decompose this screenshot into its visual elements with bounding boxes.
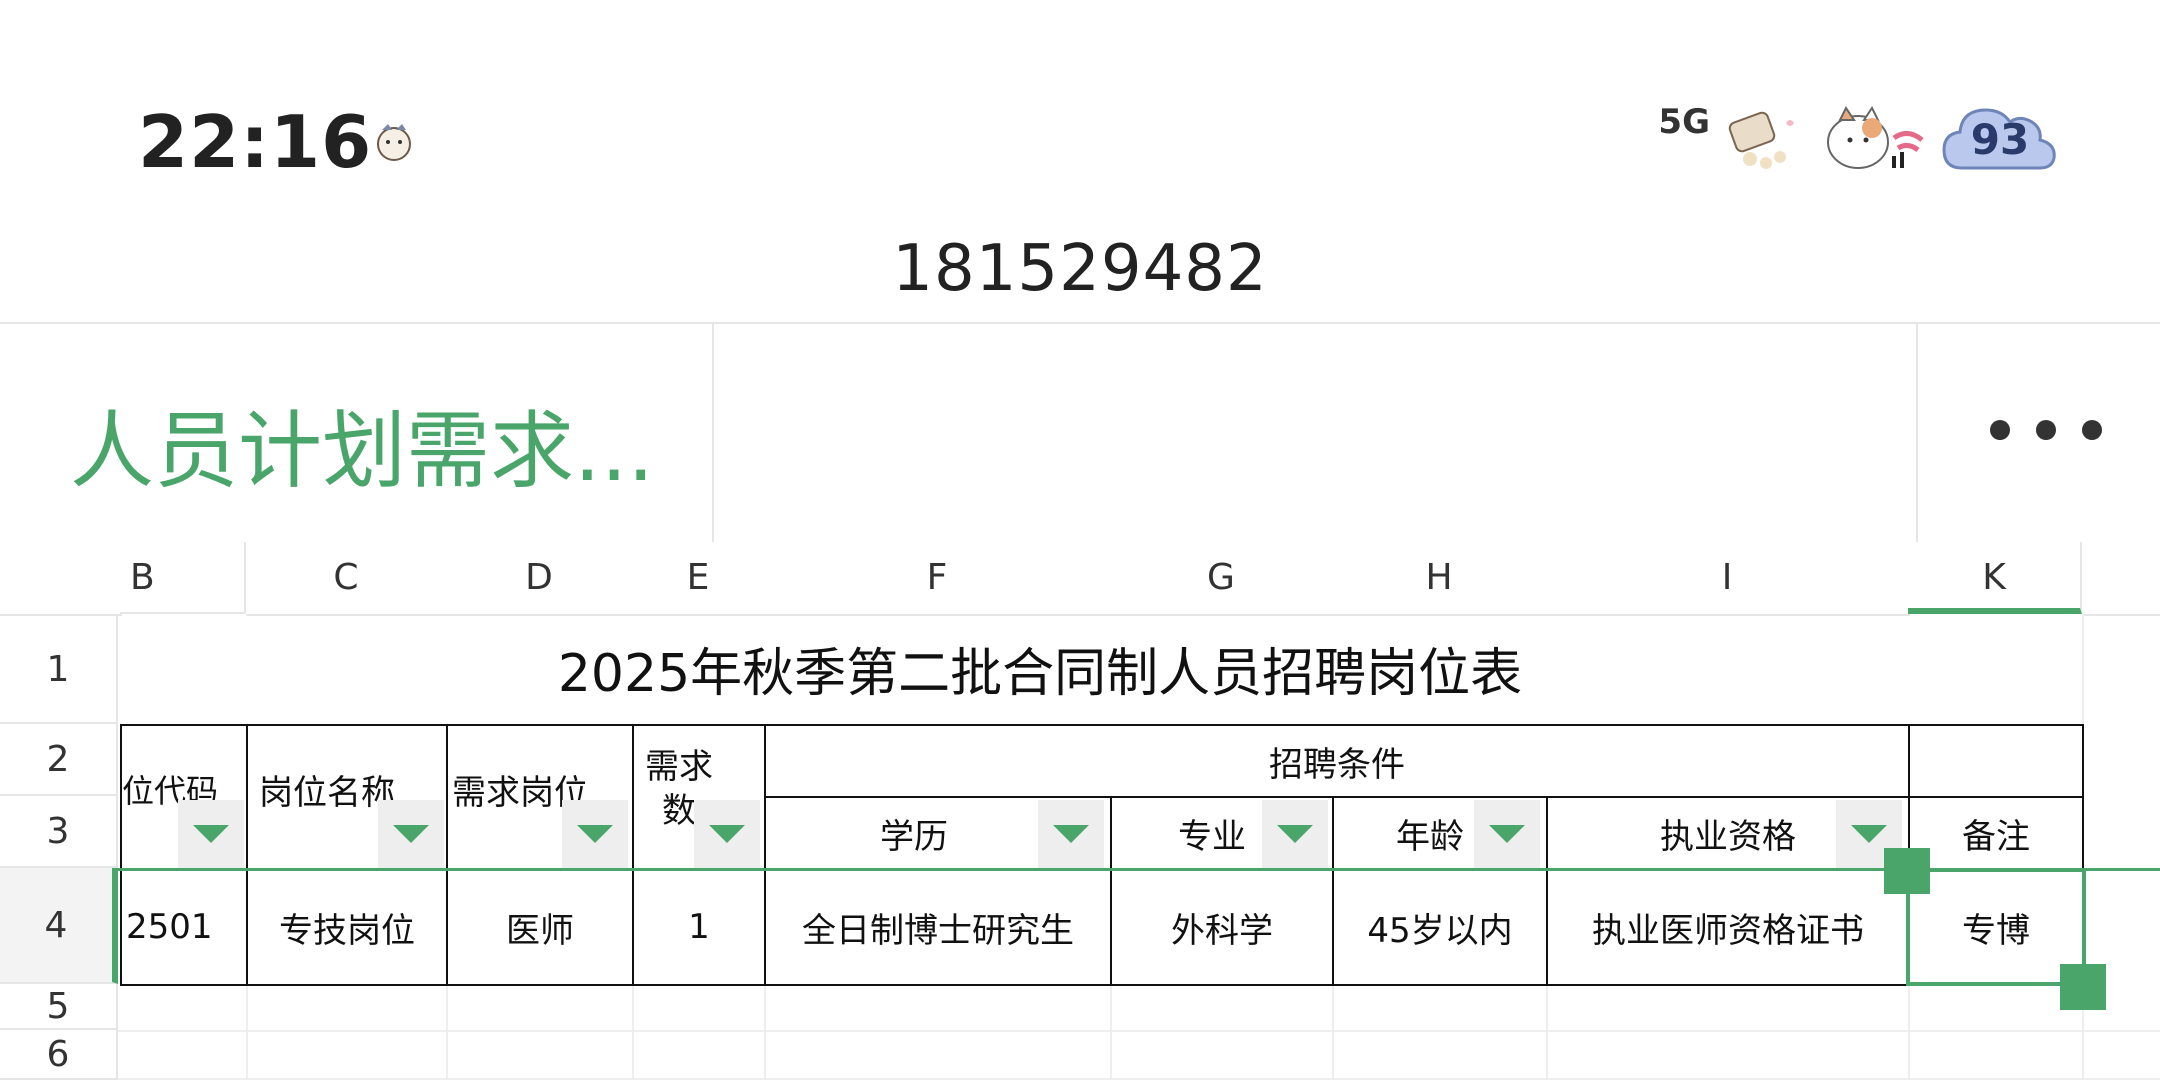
corner-cell[interactable] [0, 542, 122, 616]
document-id: 181529482 [892, 232, 1268, 306]
cell-e4[interactable]: 1 [632, 868, 766, 986]
cell-c4[interactable]: 专技岗位 [246, 868, 448, 986]
row-header-4[interactable]: 4 [0, 868, 118, 984]
gridline [764, 984, 766, 1080]
sheet-toolbar: 人员计划需求... [0, 322, 2160, 544]
cell-f4[interactable]: 全日制博士研究生 [764, 868, 1112, 986]
chevron-down-icon [1489, 825, 1525, 843]
gridline [1332, 984, 1334, 1080]
cell-i4[interactable]: 执业医师资格证书 [1546, 868, 1910, 986]
selected-row-highlight [118, 868, 2160, 871]
spreadsheet-grid[interactable]: B C D E F G H I K 1 2 3 4 5 6 2025年秋季第二批… [0, 542, 2160, 1080]
column-header-b[interactable]: B [120, 542, 246, 614]
filter-dropdown-c[interactable] [378, 800, 444, 868]
cell-k2[interactable] [1908, 724, 2084, 798]
cell-d4[interactable]: 医师 [446, 868, 634, 986]
column-header-i[interactable]: I [1546, 542, 1910, 616]
cell-h4[interactable]: 45岁以内 [1332, 868, 1548, 986]
row-header-5[interactable]: 5 [0, 984, 118, 1030]
cell-text-f4: 全日制博士研究生 [802, 910, 1074, 951]
cat-notification-icon [372, 118, 416, 162]
row-header-6[interactable]: 6 [0, 1030, 118, 1080]
cell-text-h4: 45岁以内 [1367, 910, 1513, 951]
chevron-down-icon [1053, 825, 1089, 843]
column-header-e[interactable]: E [632, 542, 766, 616]
gridline [1546, 984, 1548, 1080]
header-text-h: 年龄 [1396, 816, 1464, 857]
status-icons: 5G 93 [1658, 98, 2060, 182]
header-text-g: 专业 [1178, 816, 1246, 857]
filter-dropdown-d[interactable] [562, 800, 628, 868]
selection-handle-bottom[interactable] [2060, 964, 2106, 1010]
header-group-text: 招聘条件 [1269, 744, 1405, 785]
chevron-down-icon [1277, 825, 1313, 843]
cell-text-c4: 专技岗位 [279, 910, 415, 951]
cell-text-i4: 执业医师资格证书 [1592, 910, 1864, 951]
header-text-f: 学历 [880, 816, 948, 857]
column-header-g[interactable]: G [1110, 542, 1334, 616]
chevron-down-icon [193, 825, 229, 843]
cell-text-b4: 2501 [126, 907, 213, 947]
cell-header-k[interactable]: 备注 [1908, 796, 2084, 870]
filter-dropdown-f[interactable] [1038, 800, 1104, 868]
title-tab[interactable]: 人员计划需求... [0, 324, 714, 542]
gridline [1110, 984, 1112, 1080]
battery-level: 93 [1970, 115, 2030, 164]
gridline [118, 1030, 2160, 1032]
column-header-f[interactable]: F [764, 542, 1112, 616]
cell-text-g4: 外科学 [1171, 910, 1273, 951]
cell-b4[interactable]: 2501 [120, 868, 248, 986]
chevron-down-icon [1851, 825, 1887, 843]
chevron-down-icon [709, 825, 745, 843]
cell-text-d4: 医师 [506, 910, 574, 951]
status-time: 22:16 [138, 100, 373, 184]
header-text-k: 备注 [1962, 816, 2030, 857]
more-horizontal-icon[interactable] [1990, 420, 2102, 440]
column-header-k[interactable]: K [1908, 542, 2082, 614]
cell-header-group[interactable]: 招聘条件 [764, 724, 1910, 798]
column-header-h[interactable]: H [1332, 542, 1548, 616]
gridline [446, 984, 448, 1080]
gridline [1908, 984, 1910, 1080]
filter-dropdown-e[interactable] [694, 800, 760, 868]
row-header-2[interactable]: 2 [0, 724, 118, 796]
selection-handle-top[interactable] [1884, 848, 1930, 894]
filter-dropdown-h[interactable] [1474, 800, 1540, 868]
battery-indicator: 93 [1940, 98, 2060, 182]
network-label: 5G [1658, 102, 1710, 142]
header-text-c: 岗位名称 [259, 772, 395, 813]
column-header-blank[interactable] [2082, 542, 2160, 616]
row-header-1[interactable]: 1 [0, 616, 118, 724]
gridline [246, 984, 248, 1080]
row-header-3[interactable]: 3 [0, 796, 118, 868]
gridline [632, 984, 634, 1080]
chevron-down-icon [393, 825, 429, 843]
header-text-i: 执业资格 [1660, 816, 1796, 857]
sheet-title-cell[interactable]: 2025年秋季第二批合同制人员招聘岗位表 [120, 614, 1960, 722]
chevron-down-icon [577, 825, 613, 843]
column-header-c[interactable]: C [246, 542, 448, 616]
selected-cell-outline [1906, 868, 2086, 986]
document-title[interactable]: 人员计划需求... [70, 384, 654, 505]
more-button[interactable] [1916, 324, 2160, 542]
cell-text-e4: 1 [688, 907, 710, 947]
sticker-icon [1720, 103, 1810, 177]
cell-g4[interactable]: 外科学 [1110, 868, 1334, 986]
cat-wifi-icon [1820, 98, 1930, 182]
column-header-d[interactable]: D [446, 542, 634, 616]
filter-dropdown-b[interactable] [178, 800, 244, 868]
filter-dropdown-g[interactable] [1262, 800, 1328, 868]
